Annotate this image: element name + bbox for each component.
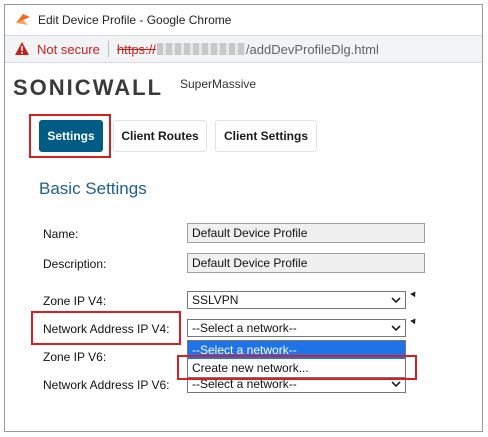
window-title: Edit Device Profile - Google Chrome: [38, 13, 232, 27]
title-bar: Edit Device Profile - Google Chrome: [5, 5, 482, 35]
address-separator: [107, 41, 109, 57]
required-marker: [410, 289, 418, 298]
logo-text-sonic: SONIC: [13, 75, 93, 100]
product-name: SuperMassive: [180, 77, 257, 91]
url-host-redacted: [156, 42, 245, 55]
url-text[interactable]: https:// /addDevProfileDlg.html: [117, 42, 379, 57]
chevron-down-icon: [391, 294, 401, 304]
section-title: Basic Settings: [39, 179, 147, 198]
not-secure-label[interactable]: Not secure: [37, 42, 100, 57]
logo-text-wall: WALL: [92, 75, 164, 100]
network-ipv4-value: --Select a network--: [192, 321, 297, 335]
required-marker: [410, 316, 418, 325]
zone-ipv4-label: Zone IP V4:: [43, 294, 107, 308]
description-field[interactable]: Default Device Profile: [187, 253, 425, 273]
zone-ipv4-select[interactable]: SSLVPN: [187, 291, 406, 309]
url-path: /addDevProfileDlg.html: [245, 41, 379, 57]
highlight-settings-tab: [29, 114, 111, 158]
highlight-network-ipv4-label: [31, 311, 181, 345]
browser-window: Edit Device Profile - Google Chrome Not …: [4, 4, 483, 432]
sonicwall-logo: SONICWALL: [13, 75, 163, 101]
chevron-down-icon: [391, 322, 401, 332]
name-label: Name:: [43, 227, 79, 241]
url-scheme: https://: [116, 41, 156, 57]
network-ipv4-select[interactable]: --Select a network--: [187, 319, 406, 337]
network-ipv6-label: Network Address IP V6:: [43, 378, 170, 392]
name-field[interactable]: Default Device Profile: [187, 223, 425, 243]
zone-ipv4-value: SSLVPN: [192, 293, 239, 307]
description-label: Description:: [43, 257, 107, 271]
address-bar[interactable]: Not secure https:// /addDevProfileDlg.htm…: [5, 35, 482, 63]
brand-bar: SONICWALL SuperMassive: [5, 65, 482, 105]
zone-ipv6-label: Zone IP V6:: [43, 350, 107, 364]
tab-client-routes[interactable]: Client Routes: [113, 120, 207, 152]
tab-client-settings[interactable]: Client Settings: [215, 120, 317, 152]
warning-icon[interactable]: [14, 41, 30, 57]
highlight-create-network-option: [177, 355, 417, 380]
chrome-app-icon: [14, 11, 32, 29]
